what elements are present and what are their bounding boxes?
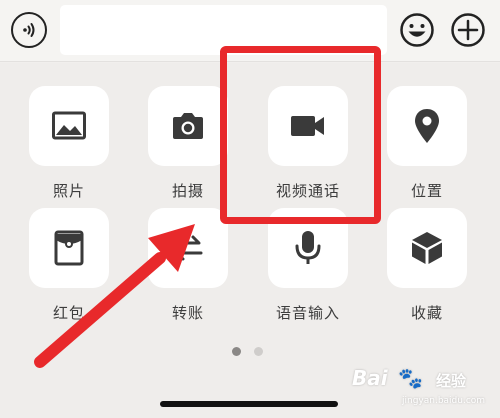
more-features-panel: 照片 拍摄 视频通话 位置 红包 转账 语音输入 收藏 — [0, 63, 500, 418]
emoji-button[interactable] — [399, 12, 435, 48]
voice-input-item[interactable]: 语音输入 — [248, 208, 368, 338]
transfer-item[interactable]: 转账 — [128, 208, 248, 338]
location-item[interactable]: 位置 — [367, 86, 487, 216]
favorites-cube-icon — [412, 232, 442, 264]
photo-item[interactable]: 照片 — [9, 86, 129, 216]
favorites-item[interactable]: 收藏 — [367, 208, 487, 338]
red-packet-icon — [54, 230, 84, 266]
video-camera-icon — [291, 116, 324, 136]
chat-input-bar — [0, 0, 500, 62]
page-indicator — [232, 347, 268, 359]
photo-tile[interactable] — [29, 86, 109, 166]
location-label: 位置 — [410, 182, 443, 200]
page-dot[interactable] — [254, 347, 263, 356]
red-packet-tile[interactable] — [29, 208, 109, 288]
location-pin-icon — [415, 109, 439, 143]
red-packet-item[interactable]: 红包 — [9, 208, 129, 338]
camera-label: 拍摄 — [171, 182, 204, 200]
camera-icon — [173, 113, 203, 139]
video-call-item[interactable]: 视频通话 — [248, 86, 368, 216]
camera-tile[interactable] — [148, 86, 228, 166]
smiley-icon — [400, 13, 434, 47]
home-indicator[interactable] — [160, 401, 338, 407]
plus-circle-icon — [451, 13, 485, 47]
favorites-label: 收藏 — [410, 304, 443, 322]
red-packet-label: 红包 — [52, 304, 85, 322]
video-call-tile[interactable] — [268, 86, 348, 166]
camera-item[interactable]: 拍摄 — [128, 86, 248, 216]
favorites-tile[interactable] — [387, 208, 467, 288]
voice-input-tile[interactable] — [268, 208, 348, 288]
voice-waves-icon — [23, 23, 35, 37]
transfer-label: 转账 — [171, 304, 204, 322]
voice-input-button[interactable] — [11, 12, 47, 48]
transfer-icon — [173, 235, 203, 261]
more-features-button[interactable] — [450, 12, 486, 48]
video-call-label: 视频通话 — [275, 182, 340, 200]
page-dot-active[interactable] — [232, 347, 241, 356]
message-text-input[interactable] — [60, 5, 387, 55]
microphone-icon — [295, 231, 321, 264]
location-tile[interactable] — [387, 86, 467, 166]
voice-input-label: 语音输入 — [275, 304, 340, 322]
transfer-tile[interactable] — [148, 208, 228, 288]
photo-icon — [52, 111, 86, 140]
photo-label: 照片 — [52, 182, 85, 200]
